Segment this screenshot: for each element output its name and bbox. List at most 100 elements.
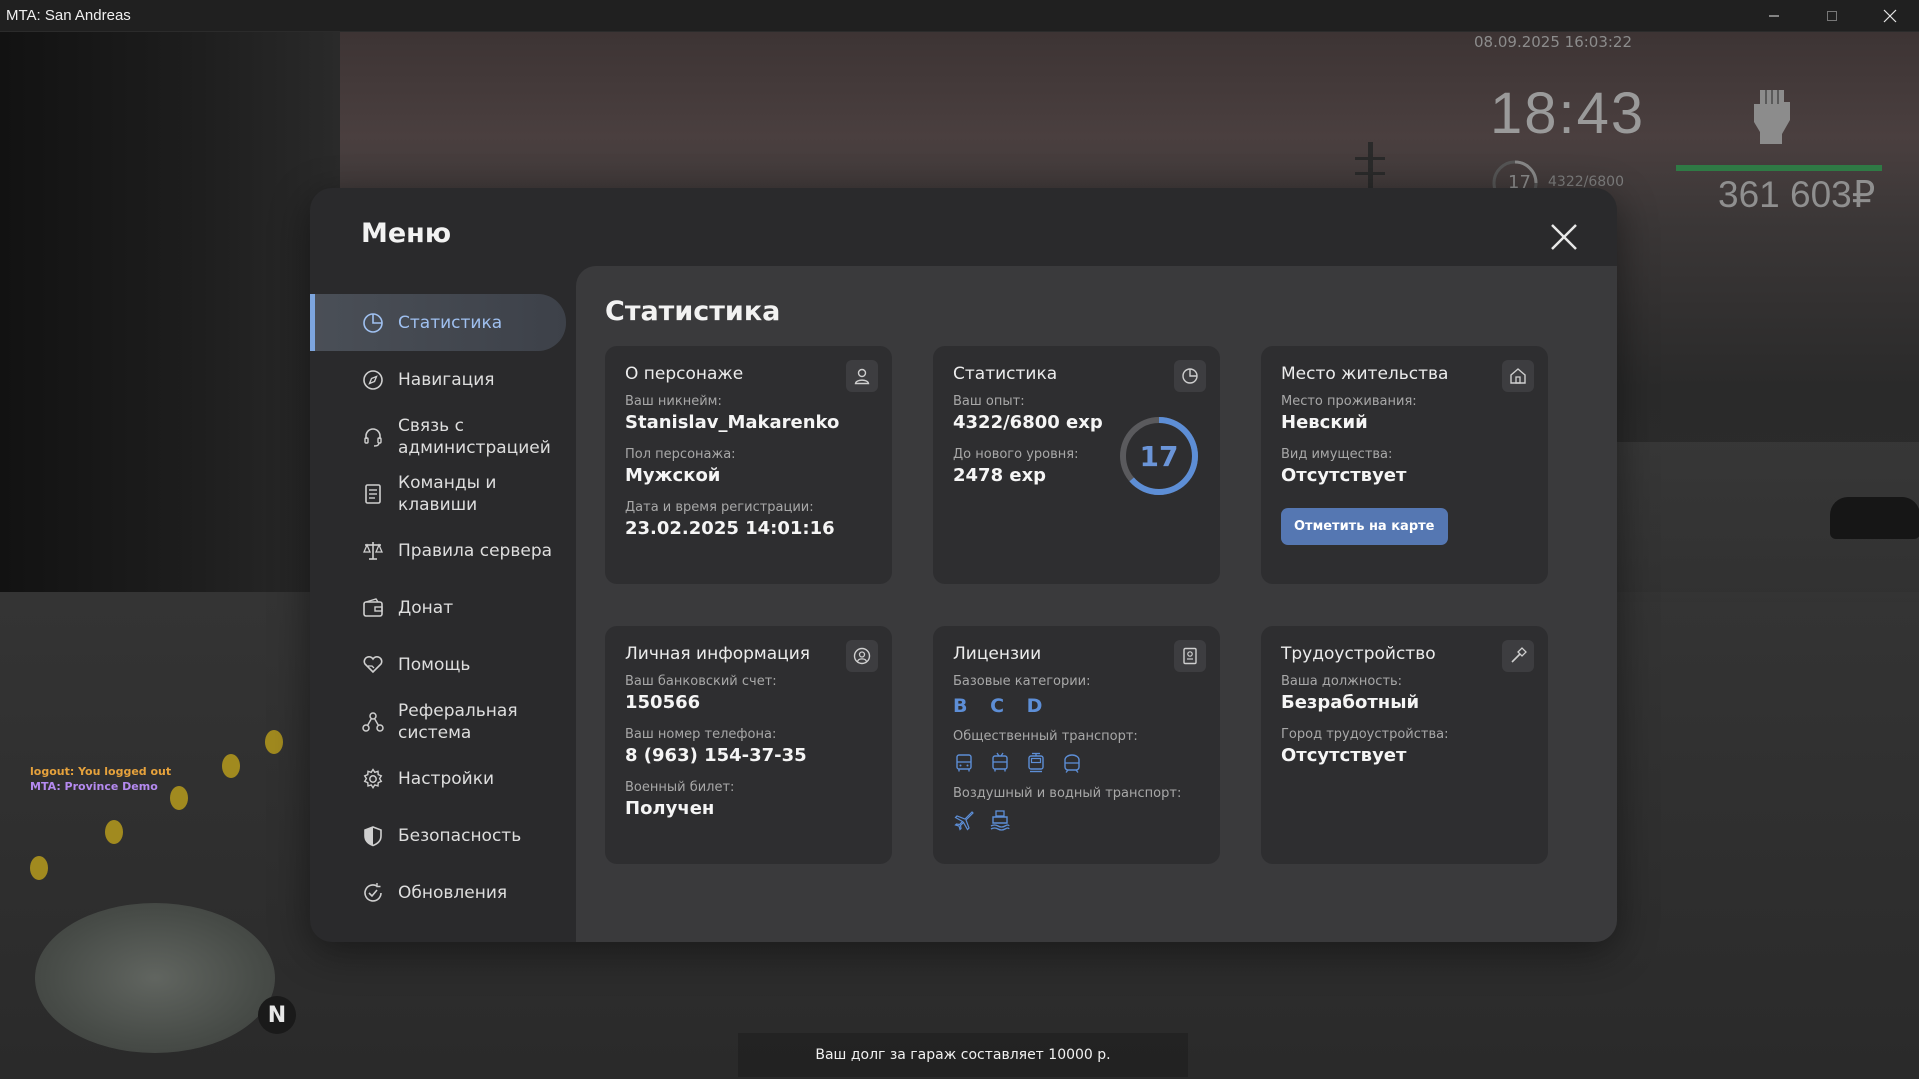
bank-value: 150566 — [625, 692, 701, 713]
phone-label: Ваш номер телефона: — [625, 727, 777, 742]
air-water-label: Воздушный и водный транспорт: — [953, 786, 1182, 801]
close-icon[interactable] — [1547, 220, 1581, 254]
sidebar-item-label: Настройки — [398, 768, 495, 789]
metro-icon — [1061, 752, 1083, 774]
position-value: Безработный — [1281, 692, 1420, 713]
nickname-value: Stanislav_Makarenko — [625, 412, 840, 433]
pie-chart-icon — [363, 312, 383, 333]
employment-city-value: Отсутствует — [1281, 745, 1407, 766]
compass-icon — [363, 369, 383, 390]
card-character: О персонаже Ваш никнейм: Stanislav_Makar… — [605, 346, 892, 584]
minimize-button[interactable] — [1745, 0, 1803, 32]
nickname-label: Ваш никнейм: — [625, 394, 722, 409]
headset-icon — [364, 427, 382, 447]
close-icon — [1883, 9, 1897, 23]
document-icon — [365, 483, 381, 504]
license-icon — [1183, 647, 1197, 665]
sidebar-item-label: Статистика — [398, 312, 503, 333]
page-title: Статистика — [605, 296, 781, 327]
scene-pole-arm — [1355, 172, 1385, 175]
military-label: Военный билет: — [625, 780, 735, 795]
sidebar-item-commands[interactable]: Команды и клавиши — [310, 465, 570, 522]
minimap-north: N — [258, 996, 296, 1034]
referral-icon — [362, 711, 384, 732]
sidebar-item-label: Безопасность — [398, 825, 522, 846]
military-value: Получен — [625, 798, 715, 819]
card-icon-button — [1502, 360, 1534, 392]
hud-datetime: 08.09.2025 16:03:22 — [1474, 33, 1633, 51]
air-water-icons — [953, 809, 1200, 831]
position-label: Ваша должность: — [1281, 674, 1403, 689]
bus-icon — [953, 752, 975, 774]
hud-health-bar — [1676, 165, 1882, 171]
phone-value: 8 (963) 154-37-35 — [625, 745, 807, 766]
sidebar-item-help[interactable]: Помощь — [310, 636, 570, 693]
gear-icon — [363, 767, 383, 789]
notification-text: Ваш долг за гараж составляет 10000 р. — [738, 1033, 1188, 1077]
maximize-button[interactable] — [1803, 0, 1861, 32]
menu-sidebar: Статистика Навигация Связь с администрац… — [310, 294, 570, 921]
card-title: Статистика — [953, 364, 1058, 384]
employment-city-label: Город трудоустройства: — [1281, 727, 1449, 742]
base-categories-value: B C D — [953, 695, 1051, 717]
property-value: Отсутствует — [1281, 465, 1407, 486]
shield-icon — [364, 825, 382, 846]
user-circle-icon — [853, 647, 871, 665]
gender-label: Пол персонажа: — [625, 447, 736, 462]
close-window-button[interactable] — [1861, 0, 1919, 32]
sidebar-item-label: Реферальная система — [398, 700, 518, 743]
hammer-icon — [1511, 647, 1527, 663]
sidebar-item-label: Донат — [398, 597, 454, 618]
sidebar-item-statistics[interactable]: Статистика — [310, 294, 566, 351]
registration-value: 23.02.2025 14:01:16 — [625, 518, 835, 539]
pie-chart-icon — [1182, 368, 1198, 384]
exp-label: Ваш опыт: — [953, 394, 1025, 409]
sidebar-item-updates[interactable]: Обновления — [310, 864, 570, 921]
minimap — [35, 903, 275, 1053]
trolleybus-icon — [989, 752, 1011, 774]
chat-line: MTA: Province Demo — [30, 780, 158, 793]
menu-title: Меню — [361, 218, 452, 249]
sidebar-item-referral[interactable]: Реферальная система — [310, 693, 570, 750]
minimize-icon — [1769, 15, 1779, 17]
hud-time: 18:43 — [1490, 81, 1646, 146]
card-title: Место жительства — [1281, 364, 1449, 384]
property-label: Вид имущества: — [1281, 447, 1393, 462]
sidebar-item-settings[interactable]: Настройки — [310, 750, 570, 807]
window-titlebar: MTA: San Andreas — [0, 0, 1919, 32]
public-transport-label: Общественный транспорт: — [953, 729, 1138, 744]
sidebar-item-label: Навигация — [398, 369, 495, 390]
fist-icon — [1754, 90, 1790, 144]
residence-label: Место проживания: — [1281, 394, 1417, 409]
gender-value: Мужской — [625, 465, 721, 486]
public-transport-icons — [953, 752, 1200, 774]
sidebar-item-navigation[interactable]: Навигация — [310, 351, 570, 408]
card-icon-button — [846, 360, 878, 392]
level-value: 17 — [1139, 439, 1179, 473]
sidebar-item-security[interactable]: Безопасность — [310, 807, 570, 864]
sidebar-item-admin-contact[interactable]: Связь с администрацией — [310, 408, 570, 465]
card-licenses: Лицензии Базовые категории: B C D Общест… — [933, 626, 1220, 864]
card-title: Лицензии — [953, 644, 1042, 664]
card-title: Трудоустройство — [1281, 644, 1436, 664]
sidebar-item-rules[interactable]: Правила сервера — [310, 522, 570, 579]
chat-box: logout: You logged out MTA: Province Dem… — [30, 764, 171, 794]
window-title: MTA: San Andreas — [6, 7, 131, 24]
residence-value: Невский — [1281, 412, 1368, 433]
sidebar-item-label: Команды и клавиши — [398, 472, 497, 515]
sidebar-item-donate[interactable]: Донат — [310, 579, 570, 636]
user-icon — [854, 368, 870, 385]
card-personal: Личная информация Ваш банковский счет: 1… — [605, 626, 892, 864]
mark-on-map-button[interactable]: Отметить на карте — [1281, 508, 1448, 545]
maximize-icon — [1827, 11, 1837, 21]
refresh-check-icon — [364, 882, 382, 902]
statistics-panel: Статистика О персонаже Ваш никнейм: Stan… — [576, 266, 1617, 942]
house-icon — [1510, 368, 1526, 384]
sidebar-item-label: Обновления — [398, 882, 508, 903]
sidebar-item-label: Помощь — [398, 654, 471, 675]
base-categories-label: Базовые категории: — [953, 674, 1091, 689]
scales-icon — [363, 541, 383, 560]
sidebar-item-label: Связь с администрацией — [398, 415, 551, 458]
card-title: О персонаже — [625, 364, 744, 384]
heart-hand-icon — [363, 655, 383, 673]
